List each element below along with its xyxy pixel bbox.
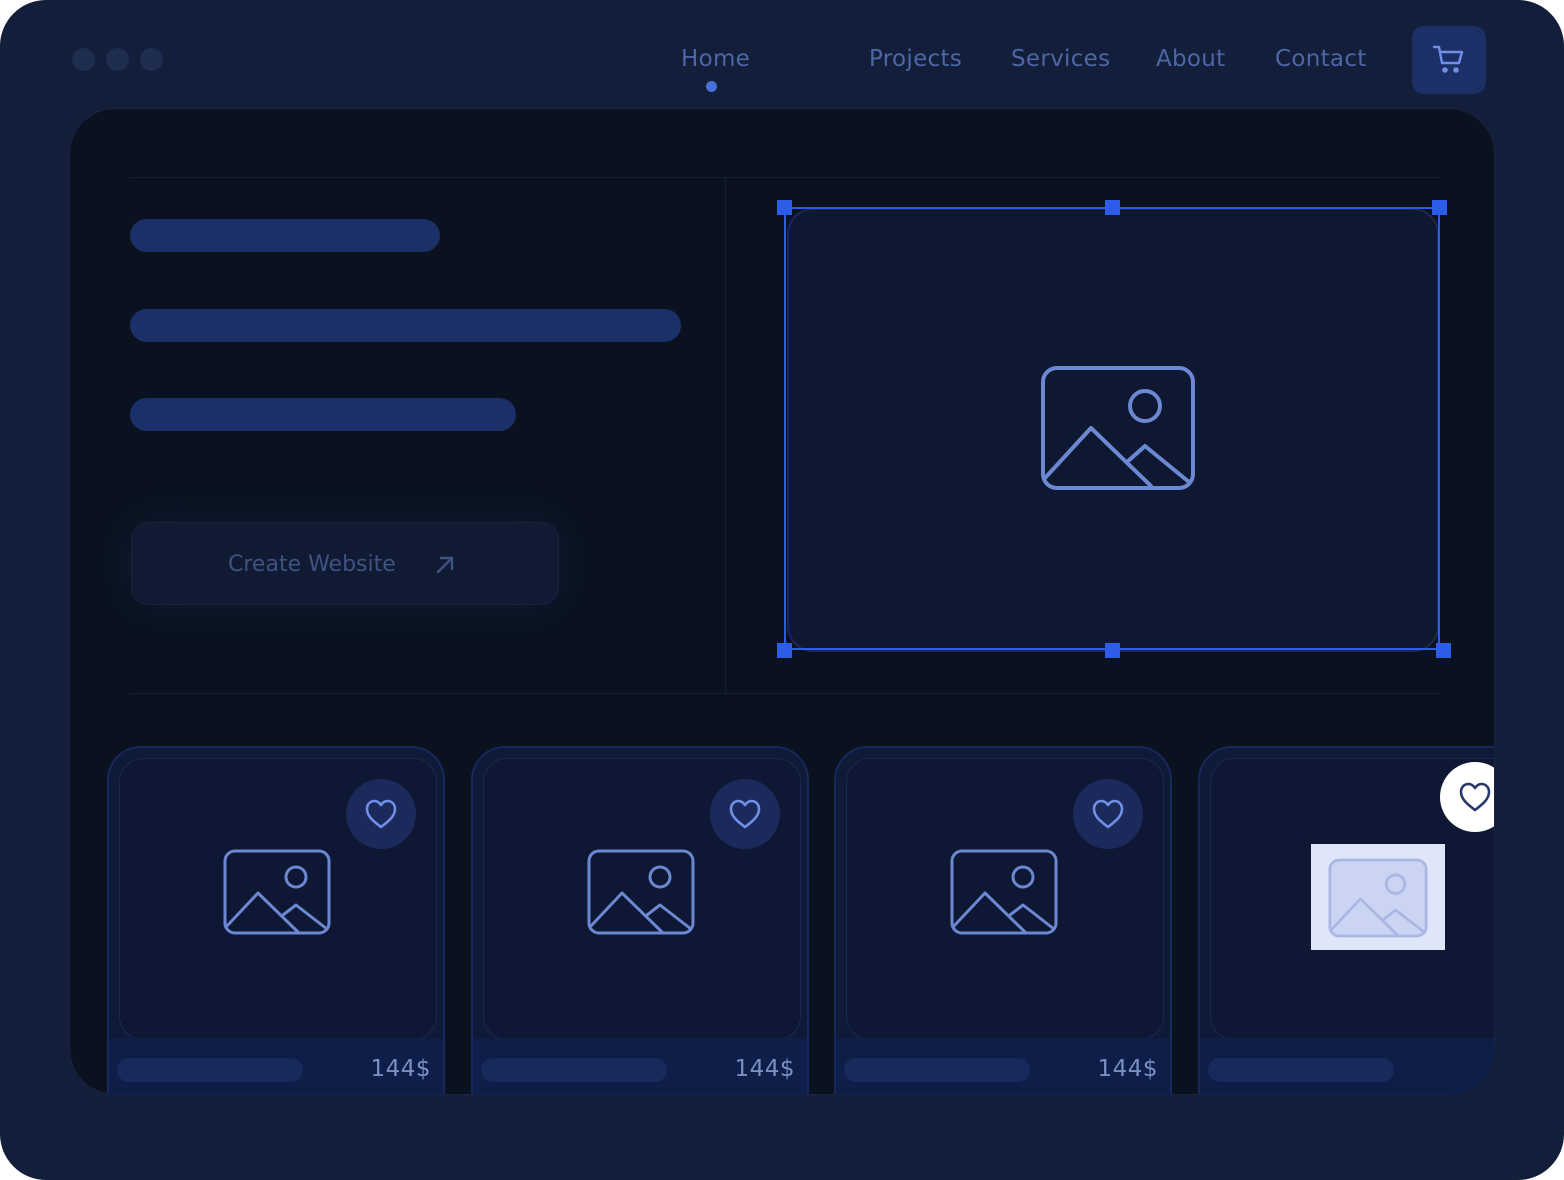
divider-top bbox=[130, 177, 1440, 178]
product-footer: 144$ bbox=[109, 1038, 443, 1094]
resize-handle-bottom-right[interactable] bbox=[1436, 643, 1451, 658]
window-maximize-dot[interactable] bbox=[140, 48, 163, 71]
product-name-placeholder bbox=[1208, 1058, 1394, 1082]
image-icon bbox=[950, 849, 1058, 935]
product-price: 144$ bbox=[734, 1056, 795, 1082]
window-close-dot[interactable] bbox=[72, 48, 95, 71]
selection-frame[interactable] bbox=[784, 207, 1440, 650]
nav-item-about[interactable]: About bbox=[1156, 46, 1226, 72]
photo-thumbnail bbox=[1311, 844, 1445, 950]
headline-placeholder bbox=[130, 219, 440, 252]
image-icon bbox=[1328, 858, 1428, 938]
favorite-button[interactable] bbox=[346, 779, 416, 849]
product-name-placeholder bbox=[844, 1058, 1030, 1082]
shopping-cart-icon bbox=[1432, 45, 1464, 73]
favorite-button[interactable] bbox=[710, 779, 780, 849]
resize-handle-bottom-left[interactable] bbox=[777, 643, 792, 658]
nav-item-home[interactable]: Home bbox=[681, 46, 750, 72]
heart-icon bbox=[729, 799, 761, 829]
arrow-up-right-icon bbox=[436, 556, 454, 574]
product-card[interactable]: 144$ bbox=[471, 746, 809, 1094]
text-line-placeholder-2 bbox=[130, 398, 516, 431]
product-footer bbox=[1200, 1038, 1494, 1094]
product-footer: 144$ bbox=[473, 1038, 807, 1094]
product-footer: 144$ bbox=[836, 1038, 1170, 1094]
product-price: 144$ bbox=[370, 1056, 431, 1082]
product-name-placeholder bbox=[481, 1058, 667, 1082]
image-icon bbox=[587, 849, 695, 935]
favorite-button[interactable] bbox=[1073, 779, 1143, 849]
nav-item-services[interactable]: Services bbox=[1011, 46, 1110, 72]
heart-icon bbox=[1459, 782, 1491, 812]
resize-handle-bottom-middle[interactable] bbox=[1105, 643, 1120, 658]
resize-handle-top-left[interactable] bbox=[777, 200, 792, 215]
heart-icon bbox=[1092, 799, 1124, 829]
product-name-placeholder bbox=[117, 1058, 303, 1082]
product-image bbox=[846, 758, 1164, 1040]
cart-button[interactable] bbox=[1412, 26, 1486, 94]
product-image bbox=[119, 758, 437, 1040]
text-line-placeholder-1 bbox=[130, 309, 681, 342]
heart-icon bbox=[365, 799, 397, 829]
product-card[interactable]: 144$ bbox=[834, 746, 1172, 1094]
create-website-label: Create Website bbox=[228, 552, 396, 577]
create-website-button[interactable]: Create Website bbox=[131, 522, 559, 605]
window-minimize-dot[interactable] bbox=[106, 48, 129, 71]
nav-active-indicator bbox=[706, 81, 717, 92]
product-price: 144$ bbox=[1097, 1056, 1158, 1082]
divider-bottom bbox=[130, 693, 1440, 694]
resize-handle-top-middle[interactable] bbox=[1105, 200, 1120, 215]
nav-item-projects[interactable]: Projects bbox=[869, 46, 962, 72]
divider-vertical bbox=[725, 178, 726, 693]
resize-handle-top-right[interactable] bbox=[1432, 200, 1447, 215]
product-card[interactable]: 144$ bbox=[107, 746, 445, 1094]
image-icon bbox=[223, 849, 331, 935]
nav-item-contact[interactable]: Contact bbox=[1275, 46, 1367, 72]
page-canvas: Create Website 144$ 144$ 144$ bbox=[69, 108, 1495, 1095]
product-image bbox=[483, 758, 801, 1040]
app-window: Home Projects Services About Contact Cre… bbox=[0, 0, 1564, 1180]
